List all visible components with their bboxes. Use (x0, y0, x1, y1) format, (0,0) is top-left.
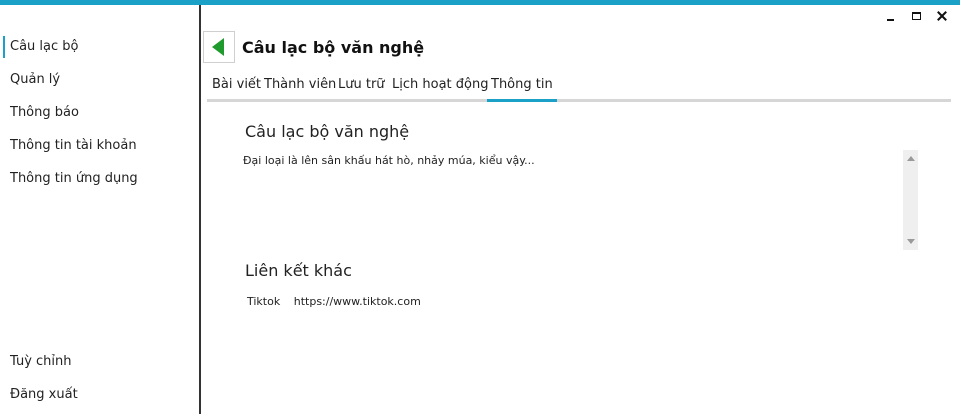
tab-bar: Bài viết Thành viên Lưu trữ Lịch hoạt độ… (207, 71, 951, 102)
maximize-icon (911, 12, 921, 20)
close-icon (937, 11, 947, 21)
club-description: Đại loại là lên sân khấu hát hò, nhảy mú… (243, 154, 535, 167)
back-button[interactable] (203, 31, 235, 63)
link-row: Tiktok https://www.tiktok.com (247, 295, 421, 308)
minimize-button[interactable] (882, 9, 898, 23)
back-arrow-icon (212, 38, 224, 56)
minimize-icon (886, 19, 894, 21)
tab-archive[interactable]: Lưu trữ (334, 75, 389, 99)
sidebar: Câu lạc bộ Quản lý Thông báo Thông tin t… (0, 5, 201, 414)
page-header: Câu lạc bộ văn nghệ (203, 31, 424, 63)
scroll-down-icon[interactable] (907, 239, 915, 244)
club-name-heading: Câu lạc bộ văn nghệ (245, 122, 410, 141)
link-url[interactable]: https://www.tiktok.com (294, 295, 421, 308)
link-platform: Tiktok (247, 295, 281, 308)
description-scrollbar[interactable] (903, 150, 918, 250)
tab-info[interactable]: Thông tin (487, 75, 557, 102)
window-controls (882, 9, 950, 23)
sidebar-item-clubs[interactable]: Câu lạc bộ (0, 32, 199, 62)
info-panel: Câu lạc bộ văn nghệ Đại loại là lên sân … (207, 102, 951, 414)
tab-activity-schedule[interactable]: Lịch hoạt động (388, 75, 492, 99)
sidebar-item-account-info[interactable]: Thông tin tài khoản (0, 131, 199, 161)
sidebar-item-customize[interactable]: Tuỳ chỉnh (0, 347, 199, 377)
close-button[interactable] (934, 9, 950, 23)
sidebar-item-notifications[interactable]: Thông báo (0, 98, 199, 128)
page-title: Câu lạc bộ văn nghệ (242, 37, 425, 57)
tab-members[interactable]: Thành viên (260, 75, 340, 99)
scroll-up-icon[interactable] (907, 156, 915, 161)
sidebar-item-management[interactable]: Quản lý (0, 65, 199, 95)
maximize-button[interactable] (908, 9, 924, 23)
tab-posts[interactable]: Bài viết (208, 75, 265, 99)
sidebar-item-logout[interactable]: Đăng xuất (0, 380, 199, 410)
sidebar-item-app-info[interactable]: Thông tin ứng dụng (0, 164, 199, 194)
links-heading: Liên kết khác (245, 261, 352, 280)
